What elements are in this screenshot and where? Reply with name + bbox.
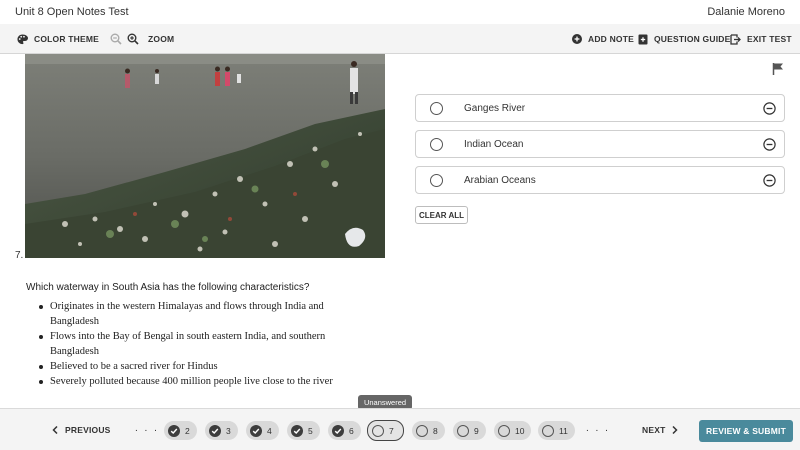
radio-button[interactable]: [430, 174, 443, 187]
chevron-left-icon: [52, 426, 58, 434]
color-theme-label: COLOR THEME: [34, 34, 100, 44]
test-title: Unit 8 Open Notes Test: [15, 6, 129, 18]
exit-icon: [730, 33, 741, 45]
checkmark-icon: [168, 424, 180, 437]
review-submit-button[interactable]: REVIEW & SUBMIT: [699, 420, 793, 442]
question-pill-2[interactable]: 2: [164, 421, 197, 440]
zoom-in-button[interactable]: ZOOM: [127, 24, 174, 54]
more-questions-after[interactable]: . . .: [586, 423, 610, 434]
question-number-label: 5: [308, 425, 313, 436]
question-characteristics: Originates in the western Himalayas and …: [38, 299, 358, 389]
checkmark-icon: [332, 424, 344, 437]
empty-circle-icon: [542, 424, 554, 437]
add-note-label: ADD NOTE: [588, 34, 634, 44]
checkmark-icon: [250, 424, 262, 437]
question-prompt: Which waterway in South Asia has the fol…: [26, 282, 310, 293]
empty-circle-icon: [457, 424, 469, 437]
clear-all-button[interactable]: CLEAR ALL: [415, 206, 468, 224]
question-number-label: 4: [267, 425, 272, 436]
question-pill-4[interactable]: 4: [246, 421, 279, 440]
option-label: Arabian Oceans: [464, 175, 536, 186]
previous-button[interactable]: PREVIOUS: [52, 425, 111, 435]
list-item: Originates in the western Himalayas and …: [38, 299, 358, 329]
empty-circle-icon: [372, 424, 384, 437]
next-label: NEXT: [642, 425, 666, 435]
option-label: Indian Ocean: [464, 139, 524, 150]
zoom-out-button[interactable]: [110, 24, 128, 54]
more-questions-before[interactable]: . . .: [135, 423, 159, 434]
zoom-label: ZOOM: [148, 34, 175, 44]
minus-circle-icon: [763, 174, 776, 187]
question-pill-5[interactable]: 5: [287, 421, 320, 440]
toolbar: COLOR THEME ZOOM ADD NOTE QUESTION GUIDE…: [0, 24, 800, 54]
previous-label: PREVIOUS: [65, 425, 111, 435]
minus-circle-icon: [763, 138, 776, 151]
question-number-label: 6: [349, 425, 354, 436]
title-bar: Unit 8 Open Notes Test Dalanie Moreno: [0, 0, 800, 24]
eliminate-option-button[interactable]: [763, 138, 776, 156]
question-guide-label: QUESTION GUIDE: [654, 34, 731, 44]
zoom-out-icon: [110, 33, 122, 45]
question-pill-11[interactable]: 11: [538, 421, 575, 440]
flag-question-button[interactable]: [772, 62, 784, 80]
question-guide-button[interactable]: QUESTION GUIDE: [638, 24, 730, 54]
radio-button[interactable]: [430, 138, 443, 151]
exit-test-button[interactable]: EXIT TEST: [730, 24, 792, 54]
color-theme-button[interactable]: COLOR THEME: [17, 24, 99, 54]
question-pill-3[interactable]: 3: [205, 421, 238, 440]
answer-option-2[interactable]: Indian Ocean: [415, 130, 785, 158]
checkmark-icon: [291, 424, 303, 437]
question-number-label: 2: [185, 425, 190, 436]
eliminate-option-button[interactable]: [763, 174, 776, 192]
minus-circle-icon: [763, 102, 776, 115]
add-note-button[interactable]: ADD NOTE: [572, 24, 634, 54]
radio-button[interactable]: [430, 102, 443, 115]
question-pill-10[interactable]: 10: [494, 421, 531, 440]
checkmark-icon: [209, 424, 221, 437]
next-button[interactable]: NEXT: [642, 425, 679, 435]
list-item: Severely polluted because 400 million pe…: [38, 374, 358, 389]
question-pill-6[interactable]: 6: [328, 421, 361, 440]
exit-test-label: EXIT TEST: [747, 34, 792, 44]
question-number-label: 9: [474, 425, 479, 436]
empty-circle-icon: [416, 424, 428, 437]
answer-option-3[interactable]: Arabian Oceans: [415, 166, 785, 194]
option-label: Ganges River: [464, 103, 526, 114]
list-item: Believed to be a sacred river for Hindus: [38, 359, 358, 374]
answer-option-1[interactable]: Ganges River: [415, 94, 785, 122]
guide-icon: [638, 34, 648, 44]
eliminate-option-button[interactable]: [763, 102, 776, 120]
question-pill-7[interactable]: 7: [367, 420, 404, 441]
user-name: Dalanie Moreno: [707, 6, 785, 18]
question-number-label: 11: [559, 425, 568, 436]
question-pill-9[interactable]: 9: [453, 421, 486, 440]
question-number-label: 8: [433, 425, 438, 436]
question-number-label: 10: [515, 425, 525, 436]
question-number: 7.: [15, 250, 24, 261]
question-navigation-bar: PREVIOUS . . . 2 3 4 5 6 7 8 9 10 11 . .: [0, 408, 800, 450]
chevron-right-icon: [672, 426, 679, 434]
palette-icon: [17, 33, 28, 44]
question-number-label: 3: [226, 425, 231, 436]
list-item: Flows into the Bay of Bengal in south ea…: [38, 329, 358, 359]
polluted-river-photo: [25, 54, 385, 258]
plus-circle-icon: [572, 34, 582, 44]
question-number-label: 7: [389, 425, 394, 436]
empty-circle-icon: [498, 424, 510, 437]
flag-icon: [772, 63, 783, 75]
zoom-in-icon: [127, 33, 139, 45]
question-pill-8[interactable]: 8: [412, 421, 445, 440]
